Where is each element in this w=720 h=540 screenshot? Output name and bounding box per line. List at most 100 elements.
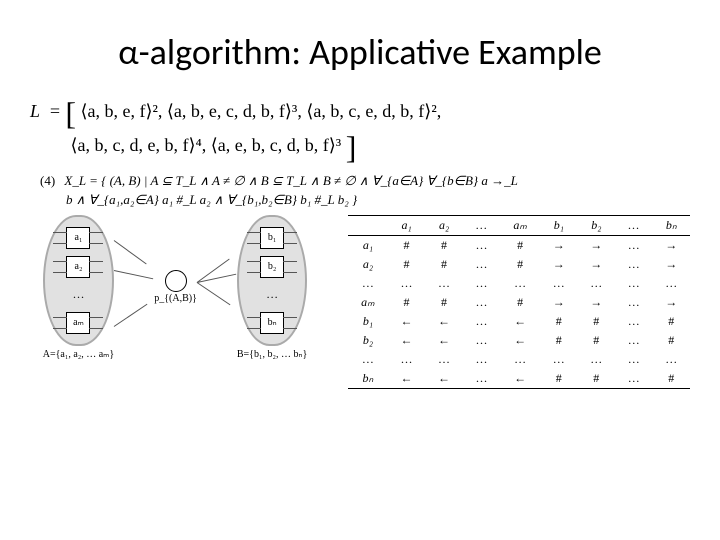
row-header: b₁ xyxy=(348,312,388,331)
table-cell: → xyxy=(540,255,577,274)
table-cell: … xyxy=(615,255,652,274)
table-cell: … xyxy=(615,235,652,255)
box-a2: a₂ xyxy=(66,256,90,278)
table-cell: # xyxy=(540,312,577,331)
box-adots: … xyxy=(67,285,89,305)
edges-right xyxy=(197,222,237,352)
table-cell: # xyxy=(500,255,540,274)
table-cell: ← xyxy=(425,312,462,331)
table-cell: ← xyxy=(425,369,462,389)
table-cell: … xyxy=(615,274,652,293)
table-cell: → xyxy=(540,293,577,312)
table-cell: … xyxy=(463,331,500,350)
table-cell: → xyxy=(578,293,615,312)
table-cell: … xyxy=(615,331,652,350)
row-header: b₂ xyxy=(348,331,388,350)
table-row: a₁##…#→→…→ xyxy=(348,235,690,255)
petri-net-diagram: a₁ a₂ … aₘ A={a₁, a₂, … aₘ} p_{(A,B)} xyxy=(30,215,320,360)
row-header: bₙ xyxy=(348,369,388,389)
relation-table: a₁ a₂ … aₘ b₁ b₂ … bₙ a₁##…#→→…→a₂##…#→→… xyxy=(348,215,690,389)
edges-left xyxy=(114,222,154,352)
table-cell: … xyxy=(500,274,540,293)
table-row: bₙ←←…←##…# xyxy=(348,369,690,389)
table-cell: → xyxy=(653,235,691,255)
table-cell: # xyxy=(388,255,425,274)
table-cell: # xyxy=(653,369,691,389)
table-cell: → xyxy=(578,235,615,255)
cloud-A: a₁ a₂ … aₘ xyxy=(43,215,114,346)
eq-sign: = xyxy=(49,101,61,121)
table-cell: ← xyxy=(388,331,425,350)
table-cell: → xyxy=(653,293,691,312)
table-cell: # xyxy=(388,235,425,255)
row-header: a₁ xyxy=(348,235,388,255)
row-header: … xyxy=(348,350,388,369)
table-cell: ← xyxy=(388,312,425,331)
table-cell: → xyxy=(578,255,615,274)
table-cell: … xyxy=(463,235,500,255)
table-cell: … xyxy=(540,274,577,293)
table-cell: … xyxy=(425,274,462,293)
table-cell: # xyxy=(578,369,615,389)
L-lhs: L xyxy=(30,101,40,121)
table-row: b₂←←…←##…# xyxy=(348,331,690,350)
table-cell: ← xyxy=(500,312,540,331)
table-cell: … xyxy=(615,350,652,369)
row-header: a₂ xyxy=(348,255,388,274)
table-cell: # xyxy=(540,369,577,389)
table-cell: … xyxy=(500,350,540,369)
open-bracket: [ xyxy=(65,95,76,131)
table-cell: → xyxy=(653,255,691,274)
table-cell: … xyxy=(578,274,615,293)
table-cell: … xyxy=(425,350,462,369)
box-b2: b₂ xyxy=(260,256,284,278)
table-cell: … xyxy=(615,369,652,389)
table-cell: … xyxy=(615,312,652,331)
row-header: aₘ xyxy=(348,293,388,312)
table-row: ……………………… xyxy=(348,350,690,369)
table-cell: ← xyxy=(500,331,540,350)
place-circle xyxy=(165,270,187,292)
table-row: a₂##…#→→…→ xyxy=(348,255,690,274)
L-terms-line1: ⟨a, b, e, f⟩², ⟨a, b, e, c, d, b, f⟩³, ⟨… xyxy=(81,101,442,121)
table-cell: … xyxy=(540,350,577,369)
XL-line2: b ∧ ∀_{a₁,a₂∈A} a₁ #_L a₂ ∧ ∀_{b₁,b₂∈B} … xyxy=(66,192,357,207)
table-cell: # xyxy=(425,255,462,274)
table-cell: # xyxy=(653,331,691,350)
B-set-label: B={b₁, b₂, … bₙ} xyxy=(237,349,307,360)
box-b1: b₁ xyxy=(260,227,284,249)
table-cell: → xyxy=(540,235,577,255)
table-cell: # xyxy=(388,293,425,312)
table-row: b₁←←…←##…# xyxy=(348,312,690,331)
close-bracket: ] xyxy=(346,129,357,165)
table-cell: … xyxy=(463,369,500,389)
box-a1: a₁ xyxy=(66,227,90,249)
table-cell: … xyxy=(463,255,500,274)
table-cell: … xyxy=(463,274,500,293)
table-cell: … xyxy=(463,350,500,369)
table-cell: # xyxy=(500,235,540,255)
place-label: p_{(A,B)} xyxy=(154,293,197,304)
table-cell: ← xyxy=(425,331,462,350)
L-terms-line2: ⟨a, b, c, d, e, b, f⟩⁴, ⟨a, e, b, c, d, … xyxy=(71,135,342,155)
page-title: α-algorithm: Applicative Example xyxy=(30,30,690,74)
table-row: ……………………… xyxy=(348,274,690,293)
item-number-4: (4) xyxy=(40,173,55,188)
cloud-B: b₁ b₂ … bₙ xyxy=(237,215,307,346)
table-cell: # xyxy=(425,293,462,312)
table-cell: # xyxy=(578,331,615,350)
box-bn: bₙ xyxy=(260,312,284,334)
table-cell: … xyxy=(653,274,691,293)
box-bdots: … xyxy=(261,285,283,305)
table-cell: # xyxy=(578,312,615,331)
table-cell: ← xyxy=(500,369,540,389)
XL-definition: (4) X_L = { (A, B) | A ⊆ T_L ∧ A ≠ ∅ ∧ B… xyxy=(40,172,690,208)
table-cell: … xyxy=(653,350,691,369)
table-cell: # xyxy=(500,293,540,312)
table-cell: ← xyxy=(388,369,425,389)
table-cell: … xyxy=(463,293,500,312)
table-cell: # xyxy=(540,331,577,350)
row-header: … xyxy=(348,274,388,293)
table-cell: … xyxy=(578,350,615,369)
table-cell: … xyxy=(463,312,500,331)
